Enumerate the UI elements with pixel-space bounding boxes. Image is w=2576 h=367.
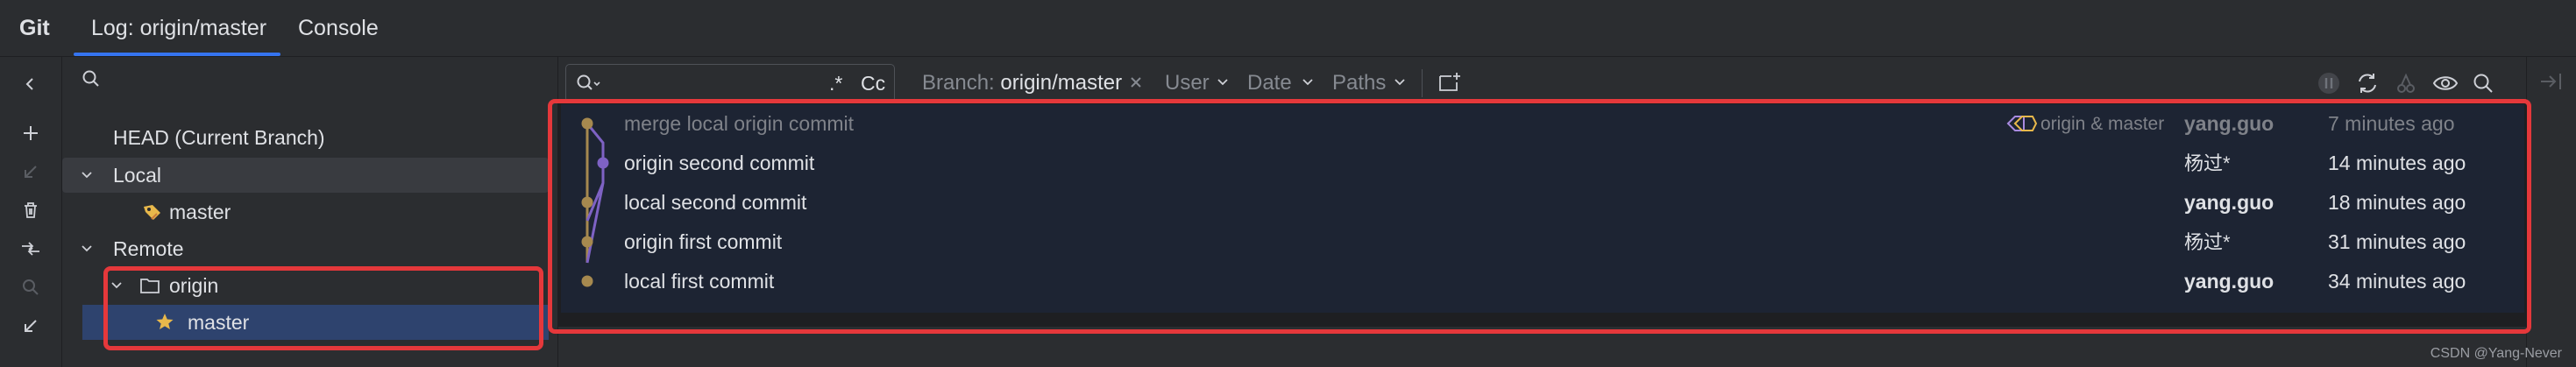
branch-filter-value: origin/master [1000, 71, 1123, 95]
commit-date: 34 minutes ago [2328, 270, 2466, 293]
commit-date: 31 minutes ago [2328, 230, 2466, 253]
search-icon[interactable] [2471, 71, 2495, 95]
commit-log-table: merge local origin commit origin & maste… [558, 102, 2526, 327]
commit-author: yang.guo [2184, 112, 2274, 135]
branch-remote-master[interactable]: master [82, 305, 549, 340]
tab-git[interactable]: Git [19, 0, 50, 56]
branch-filter[interactable]: Branch: origin/master [922, 57, 1122, 109]
collapse-icon[interactable] [16, 69, 46, 99]
chevron-down-icon[interactable] [110, 268, 124, 303]
search-icon[interactable] [16, 272, 46, 302]
current-branch-tag-icon [141, 194, 164, 229]
date-filter-label: Date [1247, 71, 1292, 95]
regex-toggle[interactable]: .* [829, 65, 842, 102]
collapse-details-icon[interactable] [2539, 71, 2564, 92]
watermark: CSDN @Yang-Never [2430, 346, 2562, 361]
chevron-down-icon[interactable] [80, 158, 94, 193]
chevron-down-icon[interactable] [1301, 74, 1315, 90]
toolbar-separator [1422, 69, 1423, 97]
commit-date: 7 minutes ago [2328, 112, 2455, 135]
branch-head[interactable]: HEAD (Current Branch) [62, 120, 549, 155]
branch-remote-master-label: master [188, 311, 250, 334]
branch-remote-origin[interactable]: origin [62, 268, 549, 303]
branch-filter-prefix: Branch: [922, 71, 995, 95]
user-filter-label: User [1165, 71, 1210, 95]
update-icon[interactable] [16, 157, 46, 187]
commit-date: 18 minutes ago [2328, 191, 2466, 214]
add-icon[interactable] [16, 118, 46, 148]
cherry-pick-icon[interactable] [2394, 71, 2418, 95]
commit-rows: merge local origin commit origin & maste… [561, 104, 2524, 313]
clear-branch-filter-icon[interactable] [1128, 74, 1144, 90]
right-collapse-strip [2526, 57, 2576, 367]
search-options-icon[interactable] [575, 73, 603, 95]
branches-panel: HEAD (Current Branch) Local master Remot… [62, 57, 558, 367]
match-case-toggle[interactable]: Cc [861, 65, 885, 102]
paths-filter-label: Paths [1332, 71, 1387, 95]
active-tab-indicator [74, 53, 280, 56]
commit-subject: origin second commit [624, 152, 815, 174]
branch-search-icon[interactable] [82, 69, 101, 88]
user-filter[interactable]: User [1165, 57, 1210, 109]
branch-remote-origin-label: origin [169, 274, 219, 297]
pause-icon[interactable] [2317, 71, 2341, 95]
commit-row[interactable]: local first commit yang.guo 34 minutes a… [561, 262, 2524, 301]
tool-window-tab-bar: Git Log: origin/master Console [0, 0, 2576, 57]
commit-date: 14 minutes ago [2328, 152, 2466, 174]
chevron-down-icon[interactable] [1393, 74, 1407, 90]
branch-local-master[interactable]: master [62, 194, 549, 229]
commit-row[interactable]: origin first commit 杨过* 31 minutes ago [561, 222, 2524, 262]
commit-subject: local first commit [624, 270, 775, 293]
commit-search-input[interactable]: .* Cc [565, 64, 895, 102]
commit-row[interactable]: origin second commit 杨过* 14 minutes ago [561, 144, 2524, 183]
branch-group-remote[interactable]: Remote [62, 231, 549, 266]
chevron-down-icon[interactable] [1216, 74, 1230, 90]
commit-subject: local second commit [624, 191, 807, 214]
branch-group-local-label: Local [113, 164, 161, 187]
commit-author: 杨过* [2184, 152, 2231, 174]
delete-icon[interactable] [16, 195, 46, 225]
branch-group-local[interactable]: Local [62, 158, 549, 193]
commit-refs: origin & master [2040, 114, 2165, 134]
log-filter-toolbar: .* Cc Branch: origin/master User Date Pa… [558, 57, 2576, 109]
commit-author: yang.guo [2184, 191, 2274, 214]
tab-console[interactable]: Console [298, 0, 379, 56]
branch-labels-icon [2003, 104, 2038, 144]
tab-log[interactable]: Log: origin/master [91, 0, 266, 56]
commit-subject: origin first commit [624, 230, 783, 253]
date-filter[interactable]: Date [1247, 57, 1292, 109]
commit-row[interactable]: merge local origin commit origin & maste… [561, 104, 2524, 144]
commit-author: 杨过* [2184, 231, 2231, 253]
refresh-icon[interactable] [2355, 71, 2380, 95]
folder-icon [139, 268, 160, 303]
compare-icon[interactable] [16, 234, 46, 264]
commit-row[interactable]: local second commit yang.guo 18 minutes … [561, 183, 2524, 222]
fetch-icon[interactable] [16, 311, 46, 341]
favorite-star-icon [154, 305, 175, 340]
branch-head-label: HEAD (Current Branch) [113, 126, 325, 149]
branch-local-master-label: master [169, 201, 231, 223]
branch-group-remote-label: Remote [113, 237, 184, 260]
new-tab-icon[interactable] [1437, 71, 1462, 94]
commit-author: yang.guo [2184, 270, 2274, 293]
chevron-down-icon[interactable] [80, 231, 94, 266]
paths-filter[interactable]: Paths [1332, 57, 1386, 109]
eye-icon[interactable] [2432, 71, 2459, 95]
left-toolbar [0, 57, 62, 367]
commit-subject: merge local origin commit [624, 112, 855, 135]
